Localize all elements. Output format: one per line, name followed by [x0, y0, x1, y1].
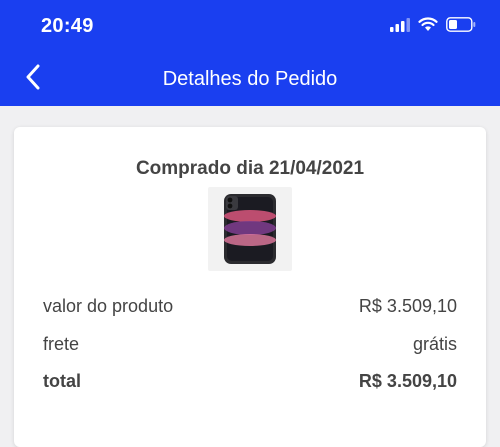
product-value-amount: R$ 3.509,10 — [358, 295, 457, 316]
app-header: 20:49 Detalhes do Pedido — [0, 0, 500, 106]
purchase-date: Comprado dia 21/04/2021 — [135, 158, 365, 179]
product-value-row: valor do produto R$ 3.509,10 — [43, 294, 457, 318]
product-value-label: valor do produto — [43, 295, 174, 316]
status-bar: 20:49 — [0, 0, 500, 50]
total-row: total R$ 3.509,10 — [43, 369, 457, 393]
status-time: 20:49 — [41, 15, 94, 37]
signal-icon — [390, 17, 410, 37]
status-icons — [390, 16, 476, 38]
page-title: Detalhes do Pedido — [162, 68, 338, 90]
total-amount: R$ 3.509,10 — [358, 370, 457, 391]
shipping-value: grátis — [412, 333, 457, 354]
nav-bar: Detalhes do Pedido — [0, 56, 500, 102]
total-label: total — [43, 370, 81, 391]
shipping-row: frete grátis — [43, 332, 457, 356]
order-details-card: Comprado dia 21/04/2021 valor do produto… — [14, 127, 486, 447]
shipping-label: frete — [43, 333, 80, 354]
wifi-icon — [418, 17, 438, 37]
battery-icon — [446, 17, 476, 37]
product-image — [208, 187, 292, 271]
